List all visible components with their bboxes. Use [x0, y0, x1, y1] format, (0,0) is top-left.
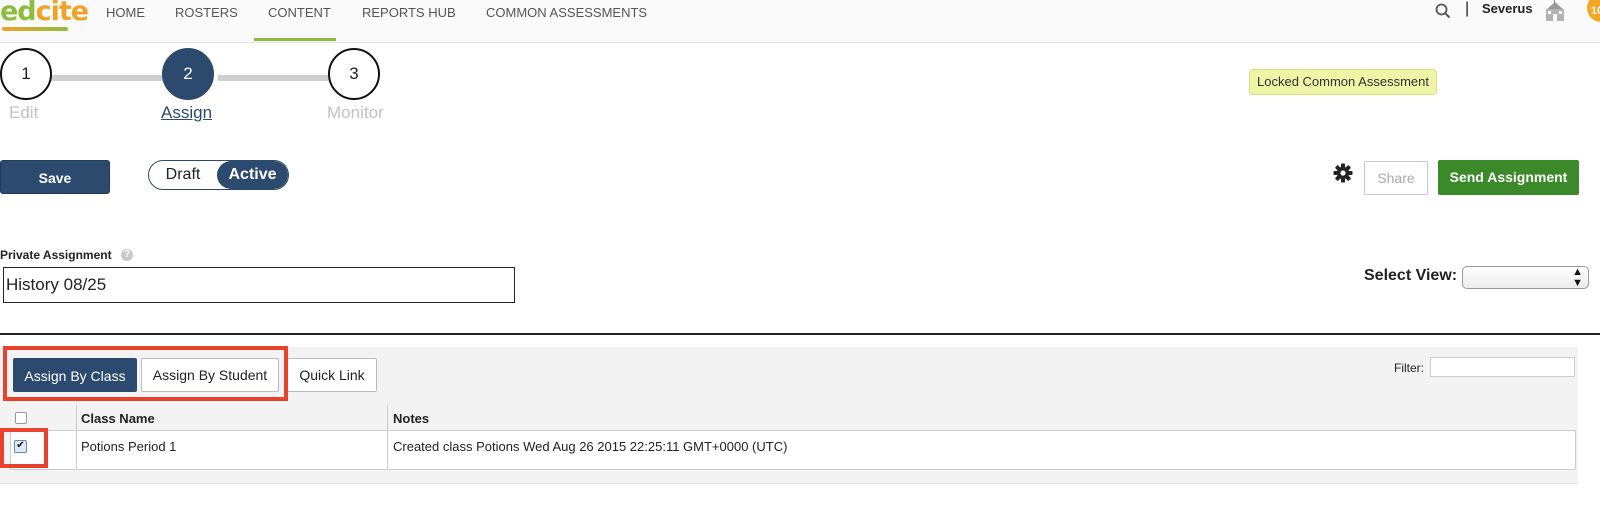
nav-home[interactable]: HOME — [106, 5, 145, 20]
share-button[interactable]: Share — [1364, 161, 1428, 195]
user-name[interactable]: Severus — [1482, 1, 1533, 16]
select-arrows-icon: ▲ ▼ — [1572, 266, 1583, 289]
step-1-label[interactable]: Edit — [9, 103, 38, 123]
column-divider — [76, 405, 77, 470]
toggle-active-option[interactable]: Active — [217, 161, 288, 189]
class-table-header — [10, 405, 1576, 431]
help-icon[interactable]: ? — [121, 249, 133, 261]
tabs-highlight-box — [3, 346, 288, 401]
nav-separator: | — [1465, 0, 1470, 17]
step-2-circle[interactable]: 2 — [162, 48, 214, 100]
save-button[interactable]: Save — [0, 160, 110, 194]
nav-reports-hub[interactable]: REPORTS HUB — [362, 5, 456, 20]
locked-status-tag: Locked Common Assessment — [1249, 69, 1437, 95]
send-assignment-button[interactable]: Send Assignment — [1438, 160, 1579, 195]
edcite-logo[interactable]: edcite — [0, 0, 89, 27]
step-3-circle[interactable]: 3 — [328, 48, 380, 100]
stepper-connector-2 — [218, 75, 330, 81]
column-header-class-name[interactable]: Class Name — [81, 411, 155, 426]
row-class-name: Potions Period 1 — [81, 439, 177, 454]
section-divider — [0, 333, 1600, 335]
nav-content[interactable]: CONTENT — [268, 5, 331, 20]
gear-icon[interactable] — [1333, 163, 1353, 188]
step-3-label[interactable]: Monitor — [327, 103, 384, 123]
checkbox-highlight-box — [0, 428, 48, 468]
filter-input[interactable] — [1430, 357, 1575, 377]
column-divider — [387, 405, 388, 470]
step-2-label[interactable]: Assign — [161, 103, 212, 123]
tab-quick-link[interactable]: Quick Link — [287, 358, 377, 392]
nav-rosters[interactable]: ROSTERS — [175, 5, 238, 20]
logo-swoosh — [2, 27, 68, 31]
select-view-label: Select View: — [1364, 267, 1458, 284]
filter-label: Filter: — [1394, 361, 1424, 375]
row-notes: Created class Potions Wed Aug 26 2015 22… — [393, 439, 788, 454]
private-assignment-label: Private Assignment — [0, 248, 112, 262]
nav-active-indicator — [254, 38, 336, 41]
column-header-notes[interactable]: Notes — [393, 411, 429, 426]
assignment-name-input[interactable]: History 08/25 — [3, 267, 515, 303]
nav-common-assessments[interactable]: COMMON ASSESSMENTS — [486, 5, 647, 20]
toggle-draft-option[interactable]: Draft — [149, 161, 217, 189]
draft-active-toggle[interactable]: Draft Active — [148, 160, 289, 190]
select-view-dropdown[interactable]: ▲ ▼ — [1462, 266, 1589, 289]
stepper-connector-1 — [50, 75, 165, 81]
select-all-checkbox[interactable] — [15, 412, 27, 424]
step-1-circle[interactable]: 1 — [0, 48, 52, 100]
school-icon[interactable] — [1543, 0, 1567, 27]
top-nav — [0, 0, 1600, 43]
search-icon[interactable] — [1435, 3, 1451, 24]
